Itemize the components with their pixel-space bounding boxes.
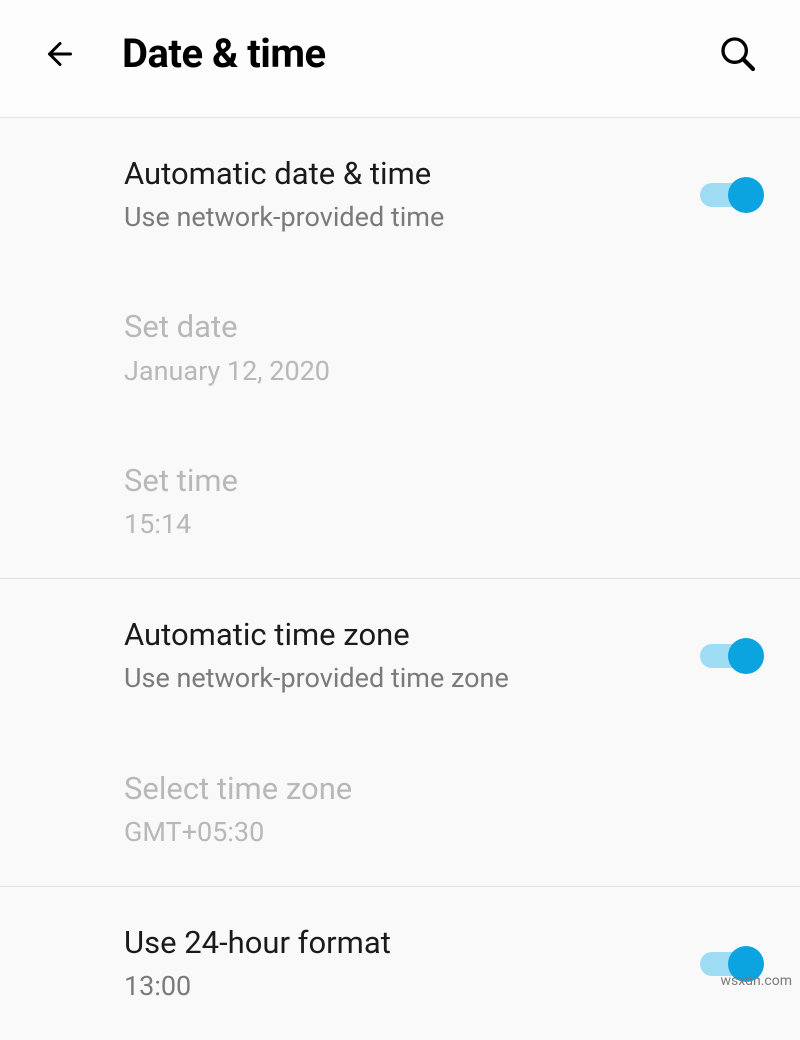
set-time-row: Set time 15:14 bbox=[0, 425, 800, 578]
use-24h-value: 13:00 bbox=[124, 969, 700, 1004]
auto-timezone-subtitle: Use network-provided time zone bbox=[124, 661, 700, 696]
search-button[interactable] bbox=[716, 32, 760, 76]
search-icon bbox=[718, 34, 758, 74]
watermark: wsxdn.com bbox=[721, 973, 792, 989]
set-time-title: Set time bbox=[124, 461, 764, 501]
auto-date-time-subtitle: Use network-provided time bbox=[124, 200, 700, 235]
set-time-text: Set time 15:14 bbox=[124, 461, 764, 542]
auto-date-time-title: Automatic date & time bbox=[124, 154, 700, 194]
set-time-value: 15:14 bbox=[124, 507, 764, 542]
toggle-thumb bbox=[728, 638, 764, 674]
set-date-title: Set date bbox=[124, 307, 764, 347]
select-timezone-value: GMT+05:30 bbox=[124, 815, 764, 850]
auto-timezone-toggle[interactable] bbox=[700, 638, 764, 674]
set-date-text: Set date January 12, 2020 bbox=[124, 307, 764, 388]
header-bar: Date & time bbox=[0, 0, 800, 117]
back-arrow-icon bbox=[42, 36, 78, 72]
back-button[interactable] bbox=[40, 34, 80, 74]
auto-timezone-text: Automatic time zone Use network-provided… bbox=[124, 615, 700, 696]
set-date-value: January 12, 2020 bbox=[124, 354, 764, 389]
auto-date-time-toggle[interactable] bbox=[700, 177, 764, 213]
select-timezone-text: Select time zone GMT+05:30 bbox=[124, 769, 764, 850]
toggle-thumb bbox=[728, 177, 764, 213]
auto-timezone-title: Automatic time zone bbox=[124, 615, 700, 655]
use-24h-text: Use 24-hour format 13:00 bbox=[124, 923, 700, 1004]
settings-content: Automatic date & time Use network-provid… bbox=[0, 118, 800, 1040]
auto-date-time-row[interactable]: Automatic date & time Use network-provid… bbox=[0, 118, 800, 271]
select-timezone-row: Select time zone GMT+05:30 bbox=[0, 733, 800, 886]
use-24h-title: Use 24-hour format bbox=[124, 923, 700, 963]
page-title: Date & time bbox=[122, 30, 716, 77]
auto-timezone-row[interactable]: Automatic time zone Use network-provided… bbox=[0, 579, 800, 732]
auto-date-time-text: Automatic date & time Use network-provid… bbox=[124, 154, 700, 235]
use-24h-row[interactable]: Use 24-hour format 13:00 bbox=[0, 887, 800, 1040]
select-timezone-title: Select time zone bbox=[124, 769, 764, 809]
set-date-row: Set date January 12, 2020 bbox=[0, 271, 800, 424]
